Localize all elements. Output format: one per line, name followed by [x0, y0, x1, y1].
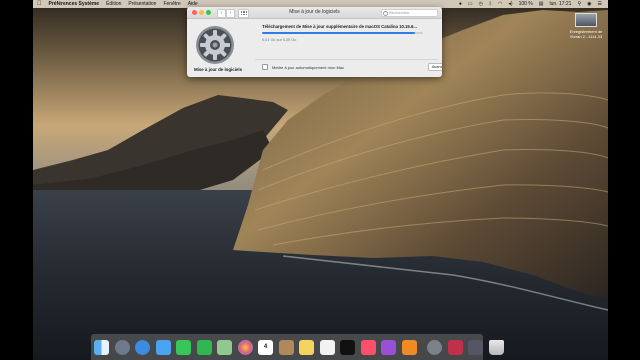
calendar-icon[interactable]: 4	[258, 339, 273, 355]
auto-update-checkbox[interactable]	[262, 64, 268, 70]
search-placeholder: Rechercher	[389, 10, 410, 15]
advanced-button[interactable]: Avancé...	[428, 63, 442, 71]
notification-center-icon[interactable]: ☰	[598, 1, 602, 7]
auto-update-label: Mettre à jour automatiquement mon Mac	[272, 64, 345, 70]
siri-icon[interactable]: ◉	[587, 1, 591, 7]
maps-icon[interactable]	[217, 339, 232, 355]
menu-fenetre[interactable]: Fenêtre	[163, 1, 180, 7]
status-area: ● ▭ ◷ ᛒ ◠ ◂) 100 % ▤ lun. 17:21 ⚲ ◉ ☰	[459, 1, 608, 7]
file-thumbnail	[575, 13, 597, 27]
notes-icon[interactable]	[299, 339, 314, 355]
download-size: 5,01 Go sur 5,25 Go	[262, 38, 297, 42]
reminders-icon[interactable]	[319, 339, 335, 355]
download-progress-bar	[262, 32, 423, 34]
apple-menu-icon[interactable]: 	[37, 1, 42, 7]
spotlight-icon[interactable]: ⚲	[577, 1, 581, 7]
divider	[255, 59, 438, 60]
battery-percent[interactable]: 100 %	[519, 1, 533, 7]
podcasts-icon[interactable]	[381, 339, 396, 355]
mail-icon[interactable]	[155, 339, 171, 355]
messages-icon[interactable]	[176, 339, 191, 355]
facetime-icon[interactable]	[196, 339, 212, 355]
wifi-icon[interactable]: ◠	[498, 1, 502, 7]
gear-icon	[196, 26, 234, 64]
airplay-icon[interactable]: ▭	[468, 1, 473, 7]
safari-icon[interactable]	[135, 339, 150, 355]
flag-icon[interactable]: ▤	[539, 1, 544, 7]
download-title: Téléchargement de Mise à jour supplément…	[262, 24, 417, 29]
search-icon	[383, 11, 388, 16]
auto-update-row[interactable]: Mettre à jour automatiquement mon Mac	[262, 64, 344, 70]
trash-icon[interactable]	[488, 339, 504, 355]
photo-booth-icon[interactable]	[447, 339, 463, 355]
window-titlebar[interactable]: ‹ › Mise à jour de logiciels Rechercher	[187, 7, 442, 19]
time-machine-icon[interactable]: ◷	[479, 1, 483, 7]
desktop-file-label-line2: l'écran 2...1114.33	[569, 34, 603, 39]
instruments-icon[interactable]	[468, 339, 483, 355]
bluetooth-icon[interactable]: ᛒ	[489, 1, 492, 7]
system-preferences-icon[interactable]	[427, 339, 442, 355]
screen:  Préférences Système Édition Présentati…	[0, 0, 640, 360]
dock: 4	[91, 334, 504, 360]
books-icon[interactable]	[401, 339, 417, 355]
search-field[interactable]: Rechercher	[381, 9, 438, 17]
pane-label: Mise à jour de logiciels	[193, 67, 243, 72]
finder-icon[interactable]	[94, 339, 109, 355]
desktop:  Préférences Système Édition Présentati…	[33, 0, 608, 360]
desktop-file-screen-recording[interactable]: Enregistrement de l'écran 2...1114.33	[566, 13, 606, 39]
screen-record-icon[interactable]: ●	[459, 1, 462, 7]
contacts-icon[interactable]	[278, 339, 294, 355]
menu-presentation[interactable]: Présentation	[128, 1, 156, 7]
download-progress-fill	[262, 32, 415, 34]
window-content: Mise à jour de logiciels Téléchargement …	[187, 19, 442, 77]
menu-app-name[interactable]: Préférences Système	[49, 1, 100, 7]
clock[interactable]: lun. 17:21	[550, 1, 572, 7]
photos-icon[interactable]	[237, 339, 253, 355]
appletv-icon[interactable]	[340, 339, 355, 355]
volume-icon[interactable]: ◂)	[508, 1, 512, 7]
software-update-window: ‹ › Mise à jour de logiciels Rechercher	[187, 7, 442, 77]
menu-edition[interactable]: Édition	[106, 1, 121, 7]
music-icon[interactable]	[360, 339, 376, 355]
launchpad-icon[interactable]	[114, 339, 130, 355]
